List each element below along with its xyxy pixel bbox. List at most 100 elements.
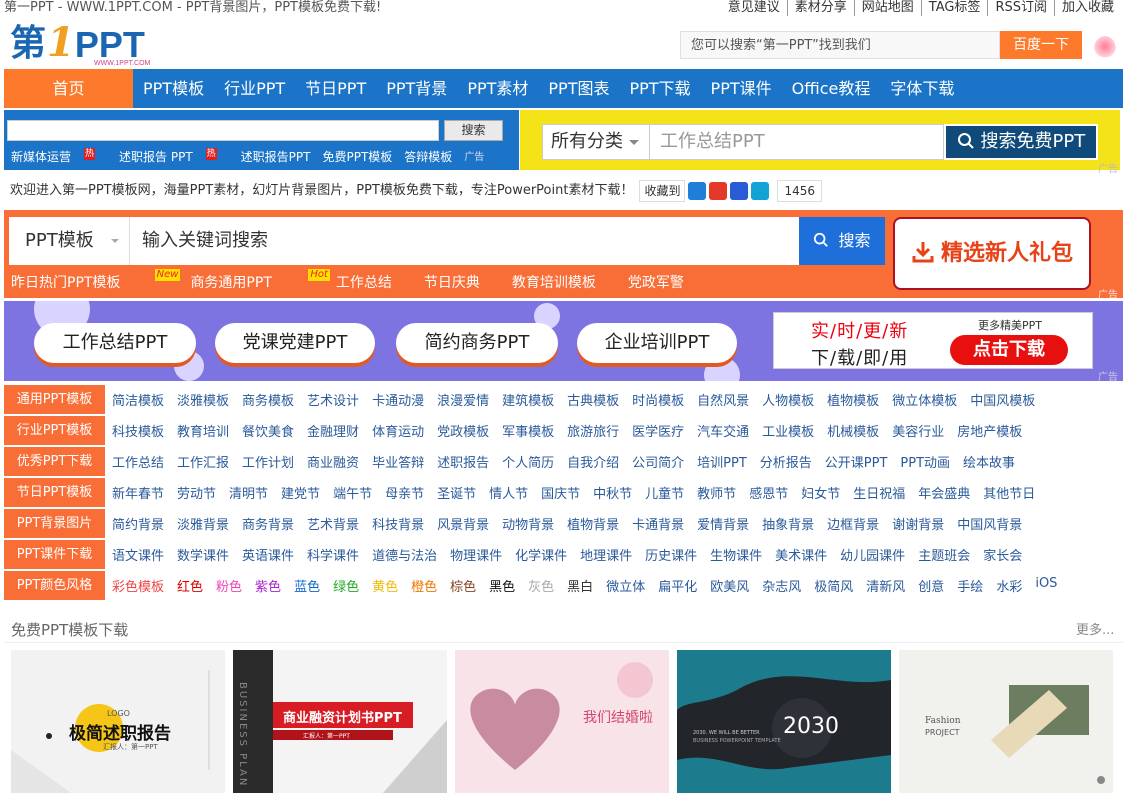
category-link[interactable]: 灰色: [528, 576, 554, 595]
weibo-icon[interactable]: [709, 182, 728, 200]
category-link[interactable]: 语文课件: [112, 545, 164, 564]
category-link[interactable]: 年会盛典: [918, 483, 970, 502]
category-link[interactable]: 数学课件: [177, 545, 229, 564]
category-link[interactable]: 扁平化: [658, 576, 697, 595]
category-link[interactable]: 手绘: [957, 576, 983, 595]
category-link[interactable]: 彩色模板: [112, 576, 164, 595]
category-row-label[interactable]: 节日PPT模板: [4, 478, 105, 507]
template-card[interactable]: 我们结婚啦: [455, 650, 669, 793]
share-icon[interactable]: [751, 182, 770, 200]
category-link[interactable]: 美术课件: [775, 545, 827, 564]
keyword-search-input[interactable]: 输入关键词搜索: [129, 217, 799, 265]
category-link[interactable]: 浪漫爱情: [437, 390, 489, 409]
more-link[interactable]: 更多...: [1076, 619, 1114, 638]
category-link[interactable]: 道德与法治: [372, 545, 437, 564]
tag-work-summary[interactable]: 工作总结: [336, 272, 392, 292]
category-link[interactable]: 汽车交通: [697, 421, 749, 440]
top-link-sitemap[interactable]: 网站地图: [853, 0, 921, 16]
category-link[interactable]: 个人简历: [502, 452, 554, 471]
category-link[interactable]: 感恩节: [749, 483, 788, 502]
category-link[interactable]: 地理课件: [580, 545, 632, 564]
top-link-share[interactable]: 素材分享: [786, 0, 854, 16]
category-link[interactable]: 爱情背景: [697, 514, 749, 533]
category-link[interactable]: 绘本故事: [963, 452, 1015, 471]
category-link[interactable]: 清新风: [866, 576, 905, 595]
category-link[interactable]: 毕业答辩: [372, 452, 424, 471]
nav-item-office[interactable]: Office教程: [792, 69, 871, 108]
category-link[interactable]: 商务背景: [242, 514, 294, 533]
ad-search-input[interactable]: [7, 120, 439, 141]
category-link[interactable]: 母亲节: [385, 483, 424, 502]
template-card[interactable]: LOGO 极简述职报告 汇报人：第一PPT: [11, 650, 225, 793]
category-row-label[interactable]: 行业PPT模板: [4, 416, 105, 445]
category-link[interactable]: 蓝色: [294, 576, 320, 595]
hot-link[interactable]: 答辩模板: [404, 148, 452, 165]
nav-item-industry[interactable]: 行业PPT: [224, 69, 285, 108]
category-link[interactable]: 公开课PPT: [825, 452, 888, 471]
category-link[interactable]: iOS: [1035, 576, 1057, 595]
template-card[interactable]: 2030 2030. WE WILL BE BETTER BUSINESS PO…: [677, 650, 891, 793]
category-link[interactable]: 极简风: [814, 576, 853, 595]
category-link[interactable]: 工作计划: [242, 452, 294, 471]
tag-festival[interactable]: 节日庆典: [424, 272, 480, 292]
free-ppt-search-button[interactable]: 搜索免费PPT: [944, 124, 1098, 160]
category-link[interactable]: 英语课件: [242, 545, 294, 564]
category-link[interactable]: 教师节: [697, 483, 736, 502]
hot-link[interactable]: 新媒体运营热: [11, 148, 107, 165]
category-link[interactable]: 风景背景: [437, 514, 489, 533]
keyword-search-button[interactable]: 搜索: [799, 217, 885, 265]
category-link[interactable]: 淡雅背景: [177, 514, 229, 533]
category-row-label[interactable]: 优秀PPT下载: [4, 447, 105, 476]
category-link[interactable]: 人物模板: [762, 390, 814, 409]
category-link[interactable]: 中秋节: [593, 483, 632, 502]
category-link[interactable]: 杂志风: [762, 576, 801, 595]
template-card[interactable]: BUSINESS PLAN 商业融资计划书PPT 汇报人：第一PPT: [233, 650, 447, 793]
category-link[interactable]: 建筑模板: [502, 390, 554, 409]
category-link[interactable]: 工作总结: [112, 452, 164, 471]
category-link[interactable]: 幼儿园课件: [840, 545, 905, 564]
category-link[interactable]: 旅游旅行: [567, 421, 619, 440]
template-type-select[interactable]: PPT模板: [9, 217, 129, 265]
category-link[interactable]: 科技背景: [372, 514, 424, 533]
category-link[interactable]: 圣诞节: [437, 483, 476, 502]
yellow-search-input[interactable]: 工作总结PPT: [650, 124, 944, 160]
qzone-icon[interactable]: [688, 182, 707, 200]
banner-pill-training[interactable]: 企业培训PPT: [577, 323, 737, 363]
category-link[interactable]: 清明节: [229, 483, 268, 502]
top-link-rss[interactable]: RSS订阅: [987, 0, 1054, 16]
category-link[interactable]: 抽象背景: [762, 514, 814, 533]
nav-item-material[interactable]: PPT素材: [467, 69, 528, 108]
category-link[interactable]: 化学课件: [515, 545, 567, 564]
category-link[interactable]: 述职报告: [437, 452, 489, 471]
hot-link[interactable]: 述职报告 PPT 热: [119, 148, 229, 165]
category-link[interactable]: 欧美风: [710, 576, 749, 595]
category-link[interactable]: 简洁模板: [112, 390, 164, 409]
category-link[interactable]: 工业模板: [762, 421, 814, 440]
category-link[interactable]: 教育培训: [177, 421, 229, 440]
top-link-tags[interactable]: TAG标签: [920, 0, 988, 16]
category-link[interactable]: 自然风景: [697, 390, 749, 409]
category-link[interactable]: 黑白: [567, 576, 593, 595]
category-link[interactable]: 古典模板: [567, 390, 619, 409]
category-link[interactable]: 科技模板: [112, 421, 164, 440]
tag-yesterday-hot[interactable]: 昨日热门PPT模板 New: [11, 269, 181, 292]
category-link[interactable]: 时尚模板: [632, 390, 684, 409]
category-link[interactable]: 物理课件: [450, 545, 502, 564]
nav-item-font[interactable]: 字体下载: [890, 69, 954, 108]
category-link[interactable]: 儿童节: [645, 483, 684, 502]
site-logo[interactable]: 第 1 PPT WWW.1PPT.COM: [10, 19, 150, 67]
category-row-label[interactable]: PPT背景图片: [4, 509, 105, 538]
nav-item-ppt-template[interactable]: PPT模板: [143, 69, 204, 108]
hot-link[interactable]: 述职报告PPT: [241, 148, 311, 165]
category-link[interactable]: 美容行业: [892, 421, 944, 440]
category-link[interactable]: 公司简介: [632, 452, 684, 471]
category-link[interactable]: 谢谢背景: [892, 514, 944, 533]
category-link[interactable]: 棕色: [450, 576, 476, 595]
category-link[interactable]: 建党节: [281, 483, 320, 502]
category-link[interactable]: 创意: [918, 576, 944, 595]
category-link[interactable]: 自我介绍: [567, 452, 619, 471]
category-link[interactable]: 黑色: [489, 576, 515, 595]
baidu-icon[interactable]: [730, 182, 749, 200]
category-row-label[interactable]: PPT颜色风格: [4, 571, 105, 600]
category-link[interactable]: 微立体模板: [892, 390, 957, 409]
